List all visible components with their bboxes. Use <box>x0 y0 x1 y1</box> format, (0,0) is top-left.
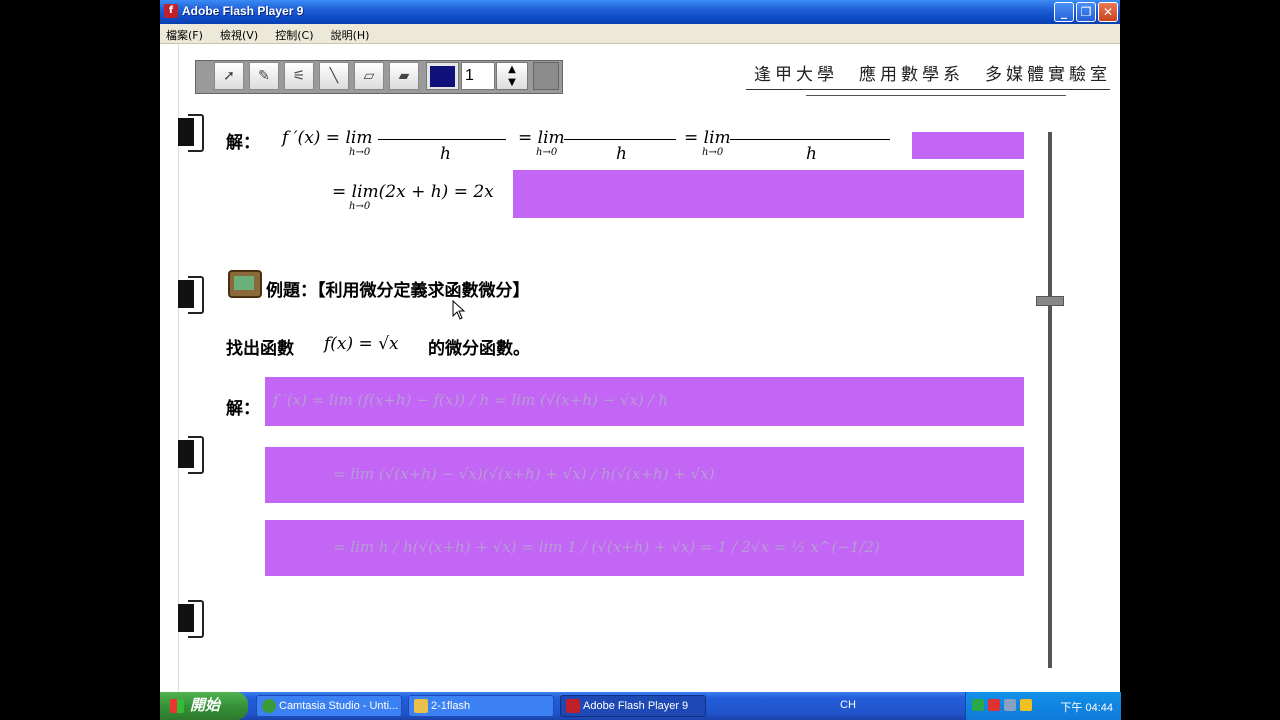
example-icon <box>228 270 262 298</box>
line-icon[interactable]: ╲ <box>319 62 349 90</box>
window-title: Adobe Flash Player 9 <box>182 4 304 18</box>
left-gutter <box>160 44 179 692</box>
flash-content: ➚ ✎ ⚟ ╲ ▱ ▰ 1 ▲ ▼ 逢甲大學 應用數學系 多媒體實驗室 解： f… <box>160 44 1120 692</box>
stepper-up-icon[interactable]: ▲ <box>497 63 527 76</box>
task-label: Adobe Flash Player 9 <box>583 700 689 712</box>
line-width-input[interactable]: 1 <box>461 62 495 90</box>
fraction-denominator: h <box>616 144 627 164</box>
language-indicator[interactable]: CH <box>840 699 856 711</box>
limit-subscript: h→0 <box>349 201 371 212</box>
flash-icon <box>566 699 580 713</box>
camtasia-icon <box>262 699 276 713</box>
arrow-icon[interactable]: ➚ <box>214 62 244 90</box>
eraser-icon[interactable]: ▱ <box>354 62 384 90</box>
derivative-formula: f ′(x) = lim <box>282 128 373 148</box>
header-divider-2 <box>806 95 1066 96</box>
binder-ring <box>178 276 204 314</box>
limit-subscript: h→0 <box>536 147 558 158</box>
hidden-step-2-text: = lim (√(x+h) − √x)(√(x+h) + √x) / h(√(x… <box>333 465 715 483</box>
scrollbar-thumb[interactable] <box>1036 296 1064 306</box>
menu-file[interactable]: 檔案(F) <box>166 26 203 45</box>
taskbar-item-folder[interactable]: 2-1flash <box>408 695 554 717</box>
limit-subscript: h→0 <box>349 147 371 158</box>
example-title: 例題：【利用微分定義求函數微分】 <box>266 281 530 301</box>
menu-view[interactable]: 檢視(V) <box>220 26 258 45</box>
header-divider <box>746 89 1110 90</box>
university-header: 逢甲大學 應用數學系 多媒體實驗室 <box>754 65 1111 85</box>
hidden-answer-cover[interactable] <box>912 132 1024 159</box>
hidden-step-1[interactable]: f ′(x) = lim (f(x+h) − f(x)) / h = lim (… <box>265 377 1024 426</box>
fraction-bar <box>730 139 890 140</box>
problem-prefix: 找出函數 <box>226 339 294 359</box>
update-icon[interactable] <box>1020 699 1032 711</box>
line-width-stepper[interactable]: ▲ ▼ <box>496 62 528 90</box>
hidden-answer-cover[interactable] <box>513 170 1024 218</box>
problem-suffix: 的微分函數。 <box>428 339 530 359</box>
flash-icon: f <box>164 4 178 18</box>
task-label: 2-1flash <box>431 700 471 712</box>
binder-ring <box>178 114 204 152</box>
windows-logo-icon <box>170 699 184 714</box>
limit-formula: = lim <box>684 128 731 148</box>
speaker-icon[interactable] <box>1004 699 1016 711</box>
fraction-denominator: h <box>806 144 817 164</box>
maximize-button[interactable]: ❐ <box>1076 2 1096 22</box>
mouse-cursor-icon <box>452 300 466 320</box>
color-picker[interactable] <box>426 62 459 90</box>
derivative-result: = lim(2x + h) = 2x <box>332 182 494 202</box>
taskbar-item-flash[interactable]: Adobe Flash Player 9 <box>560 695 706 717</box>
toolbar-extra-button[interactable] <box>533 62 559 90</box>
clear-eraser-icon[interactable]: ▰ <box>389 62 419 90</box>
menu-help[interactable]: 說明(H) <box>331 26 370 45</box>
antivirus-icon[interactable] <box>988 699 1000 711</box>
menu-bar: 檔案(F) 檢視(V) 控制(C) 說明(H) <box>160 24 1120 44</box>
limit-formula: = lim <box>518 128 565 148</box>
pencil-icon[interactable]: ✎ <box>249 62 279 90</box>
minimize-button[interactable]: _ <box>1054 2 1074 22</box>
binder-ring <box>178 436 204 474</box>
hidden-step-3[interactable]: = lim h / h(√(x+h) + √x) = lim 1 / (√(x+… <box>265 520 1024 576</box>
folder-icon <box>414 699 428 713</box>
start-button[interactable]: 開始 <box>160 692 248 720</box>
problem-formula: f(x) = √x <box>324 334 399 354</box>
title-bar[interactable]: f Adobe Flash Player 9 _ ❐ ✕ <box>160 0 1120 24</box>
fraction-bar <box>378 139 506 140</box>
limit-subscript: h→0 <box>702 147 724 158</box>
color-swatch <box>430 66 455 87</box>
clock: 下午 04:44 <box>1060 702 1113 714</box>
hidden-step-3-text: = lim h / h(√(x+h) + √x) = lim 1 / (√(x+… <box>333 538 880 556</box>
start-label: 開始 <box>190 697 221 714</box>
fraction-bar <box>564 139 676 140</box>
binder-ring <box>178 600 204 638</box>
network-icon[interactable] <box>972 699 984 711</box>
hidden-step-1-text: f ′(x) = lim (f(x+h) − f(x)) / h = lim (… <box>273 391 669 409</box>
solution-label: 解： <box>226 133 260 153</box>
taskbar: 開始 Camtasia Studio - Unti... 2-1flash Ad… <box>160 692 1121 720</box>
taskbar-item-camtasia[interactable]: Camtasia Studio - Unti... <box>256 695 402 717</box>
solution-label: 解： <box>226 399 260 419</box>
task-label: Camtasia Studio - Unti... <box>279 700 399 712</box>
flash-player-window: f Adobe Flash Player 9 _ ❐ ✕ 檔案(F) 檢視(V)… <box>160 0 1120 720</box>
hidden-step-2[interactable]: = lim (√(x+h) − √x)(√(x+h) + √x) / h(√(x… <box>265 447 1024 503</box>
close-button[interactable]: ✕ <box>1098 2 1118 22</box>
drawing-toolbar: ➚ ✎ ⚟ ╲ ▱ ▰ 1 ▲ ▼ <box>195 60 563 94</box>
menu-control[interactable]: 控制(C) <box>275 26 313 45</box>
system-tray: CH 下午 04:44 <box>840 692 1121 720</box>
fraction-denominator: h <box>440 144 451 164</box>
scrollbar-track[interactable] <box>1048 132 1052 668</box>
stepper-down-icon[interactable]: ▼ <box>497 76 527 89</box>
brush-icon[interactable]: ⚟ <box>284 62 314 90</box>
